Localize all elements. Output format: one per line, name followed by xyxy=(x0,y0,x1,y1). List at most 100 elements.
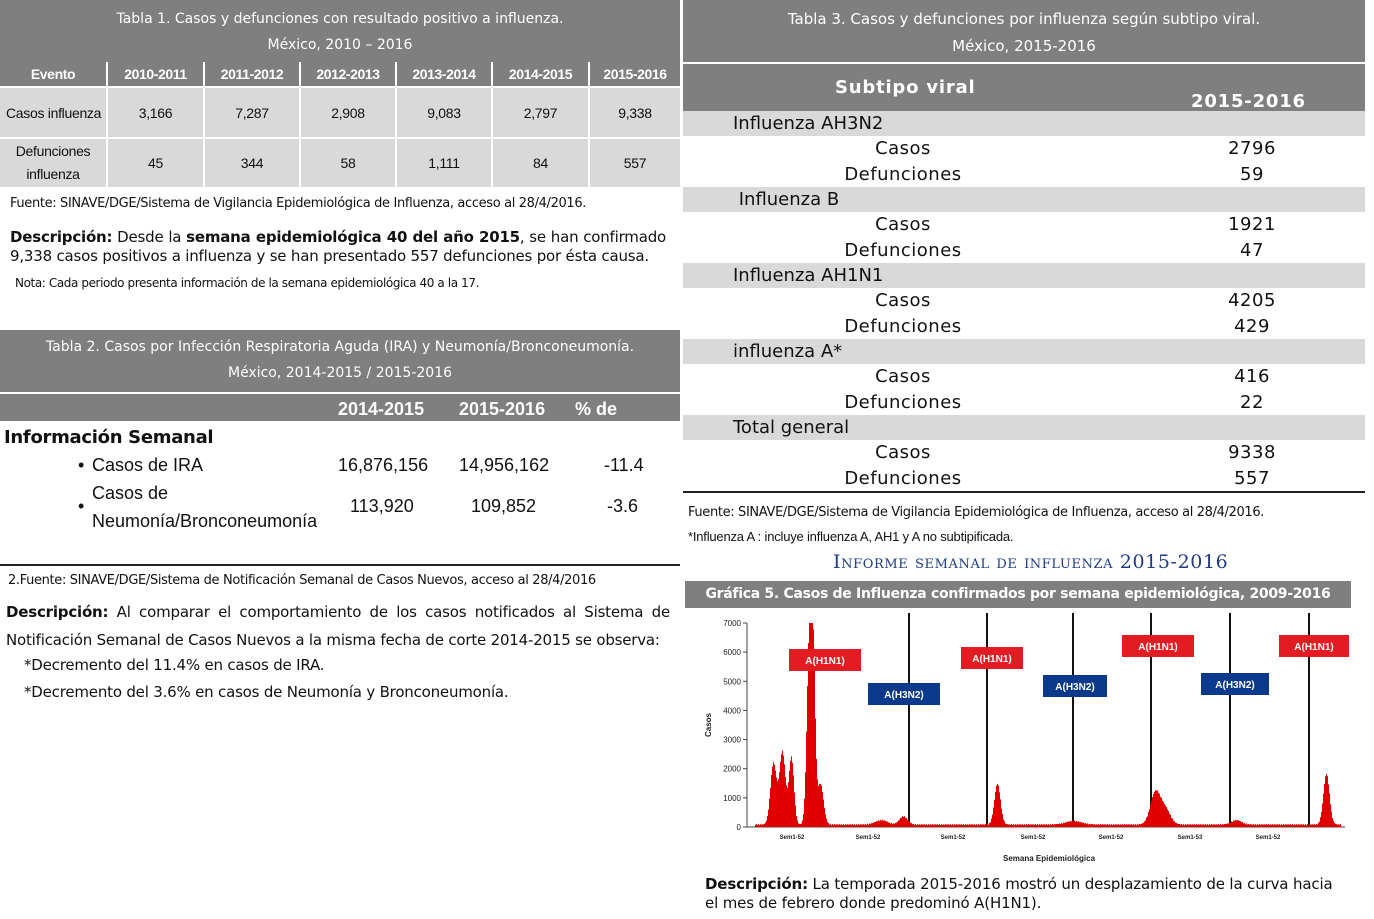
weekly-bar xyxy=(1061,822,1062,827)
tabla2-panel: Tabla 2. Casos por Infección Respiratori… xyxy=(0,330,680,701)
weekly-bar xyxy=(1213,824,1214,827)
weekly-bar xyxy=(798,823,799,827)
weekly-bar xyxy=(891,822,892,827)
weekly-bar xyxy=(1063,822,1064,827)
weekly-bar xyxy=(1136,825,1137,827)
weekly-bar xyxy=(1199,824,1200,827)
weekly-bar xyxy=(1018,824,1019,827)
weekly-bar xyxy=(1011,824,1012,827)
weekly-bar xyxy=(1265,824,1266,827)
weekly-bar xyxy=(1038,825,1039,827)
weekly-bar xyxy=(973,824,974,827)
weekly-bar xyxy=(939,824,940,827)
weekly-bar xyxy=(1337,824,1338,827)
grafica5-chart: 0 1000 2000 3000 4000 5000 6000 7000 Casos Semana… xyxy=(704,613,1349,863)
weekly-bar xyxy=(967,824,968,827)
cell: 4205 xyxy=(1228,290,1276,311)
weekly-bar xyxy=(1148,812,1149,827)
x-tick-label: Sem1-52 xyxy=(1021,835,1046,841)
weekly-bar xyxy=(843,824,844,827)
bullet-icon: • xyxy=(78,455,85,475)
weekly-bar xyxy=(1182,824,1183,827)
weekly-bar xyxy=(910,822,911,827)
weekly-bar xyxy=(1235,819,1236,827)
weekly-bar xyxy=(1249,824,1250,827)
informe-title: Informe semanal de influenza 2015-2016 xyxy=(833,551,1229,573)
weekly-bar xyxy=(1198,824,1199,827)
weekly-bar xyxy=(1122,824,1123,827)
weekly-bar xyxy=(1074,820,1075,827)
weekly-bar xyxy=(927,825,928,827)
weekly-bar xyxy=(803,814,804,827)
weekly-bar xyxy=(954,824,955,827)
weekly-bar xyxy=(1070,820,1071,827)
weekly-bar xyxy=(873,822,874,827)
weekly-bar xyxy=(959,824,960,827)
table-row: Defunciones 557 xyxy=(683,466,1365,492)
weekly-bar xyxy=(1033,824,1034,827)
weekly-bar xyxy=(1178,823,1179,827)
cell: 113,920 xyxy=(350,496,414,516)
weekly-bar xyxy=(924,824,925,827)
weekly-bar xyxy=(1173,820,1174,827)
weekly-bar xyxy=(1079,821,1080,827)
weekly-bar xyxy=(928,824,929,827)
cell: 22 xyxy=(1240,391,1264,413)
table-row: Casos 4205 xyxy=(683,288,1365,314)
weekly-bar xyxy=(1299,824,1300,827)
weekly-bar xyxy=(1028,824,1029,827)
weekly-bar xyxy=(1115,824,1116,827)
weekly-bar xyxy=(1098,824,1099,827)
weekly-bar xyxy=(1046,824,1047,827)
weekly-bar xyxy=(1037,824,1038,827)
weekly-bar xyxy=(1121,825,1122,827)
weekly-bar xyxy=(1312,824,1313,827)
col-header-year: 2015-2016 xyxy=(1191,91,1306,112)
weekly-bar xyxy=(1013,824,1014,827)
weekly-bar xyxy=(1317,824,1318,827)
weekly-bar xyxy=(764,823,765,827)
weekly-bar xyxy=(1230,822,1231,827)
weekly-bar xyxy=(1141,823,1142,827)
weekly-bar xyxy=(1322,803,1323,827)
weekly-bar xyxy=(780,761,781,827)
weekly-bar xyxy=(1326,774,1327,827)
weekly-bar xyxy=(1193,824,1194,827)
weekly-bar xyxy=(1108,824,1109,827)
season-label: A(H3N2) xyxy=(884,690,923,701)
weekly-bar xyxy=(915,824,916,827)
weekly-bar xyxy=(1327,776,1328,827)
weekly-bar xyxy=(1300,824,1301,827)
col-header: 2014-2015 xyxy=(338,399,425,419)
weekly-bar xyxy=(769,798,770,827)
weekly-bar xyxy=(864,824,865,827)
weekly-bar xyxy=(794,792,795,827)
cell: 9,083 xyxy=(395,86,492,138)
weekly-bar xyxy=(1176,822,1177,827)
weekly-bar xyxy=(755,824,756,827)
weekly-bar xyxy=(1065,822,1066,827)
grafica5-description: Descripción: La temporada 2015-2016 most… xyxy=(705,875,1345,913)
weekly-bar xyxy=(1216,824,1217,827)
weekly-bar xyxy=(805,772,806,827)
weekly-bar xyxy=(1104,824,1105,827)
season-label: A(H1N1) xyxy=(805,656,844,667)
weekly-bar xyxy=(974,824,975,827)
weekly-bar xyxy=(1077,821,1078,827)
weekly-bar xyxy=(1044,824,1045,827)
weekly-bar xyxy=(1102,824,1103,827)
weekly-bar xyxy=(787,787,788,827)
weekly-bar xyxy=(1192,824,1193,827)
weekly-bar xyxy=(1207,824,1208,827)
cell: 344 xyxy=(203,137,300,187)
weekly-bar xyxy=(1321,812,1322,827)
weekly-bar xyxy=(1217,824,1218,827)
grafica5-title: Gráfica 5. Casos de Influenza confirmado… xyxy=(685,581,1351,608)
tabla2-title: Tabla 2. Casos por Infección Respiratori… xyxy=(45,339,635,355)
row-label-line2: influenza xyxy=(26,166,80,182)
weekly-bar xyxy=(1035,824,1036,827)
weekly-bar xyxy=(1203,824,1204,827)
tabla3-subtitle: México, 2015-2016 xyxy=(952,37,1096,55)
row-label: Defunciones xyxy=(844,467,962,489)
weekly-bar xyxy=(893,823,894,827)
